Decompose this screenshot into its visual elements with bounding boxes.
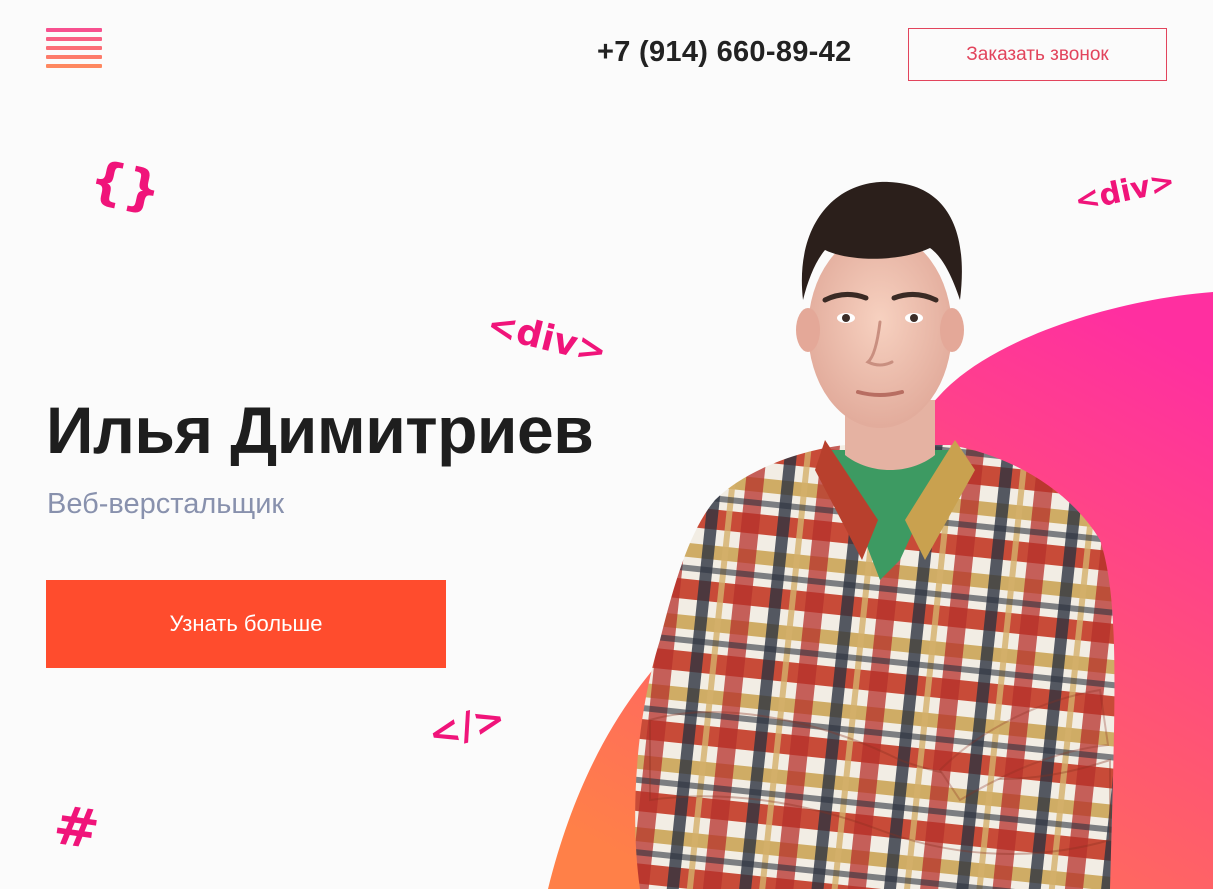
hero-role: Веб-верстальщик: [47, 488, 285, 520]
close-tag-icon: </>: [423, 695, 510, 757]
div-tag-icon: <div>: [482, 303, 612, 374]
hamburger-menu-icon[interactable]: [46, 28, 102, 68]
callback-button[interactable]: Заказать звонок: [908, 28, 1167, 81]
div-tag-icon: <div>: [1071, 163, 1179, 220]
hero-name: Илья Димитриев: [46, 393, 594, 467]
braces-icon: {}: [84, 149, 167, 221]
menu-line: [46, 55, 102, 59]
menu-line: [46, 64, 102, 68]
menu-line: [46, 46, 102, 50]
phone-link[interactable]: +7 (914) 660-89-42: [597, 36, 852, 69]
menu-line: [46, 28, 102, 32]
hash-icon: #: [49, 793, 104, 862]
menu-line: [46, 37, 102, 41]
learn-more-button[interactable]: Узнать больше: [46, 580, 446, 668]
